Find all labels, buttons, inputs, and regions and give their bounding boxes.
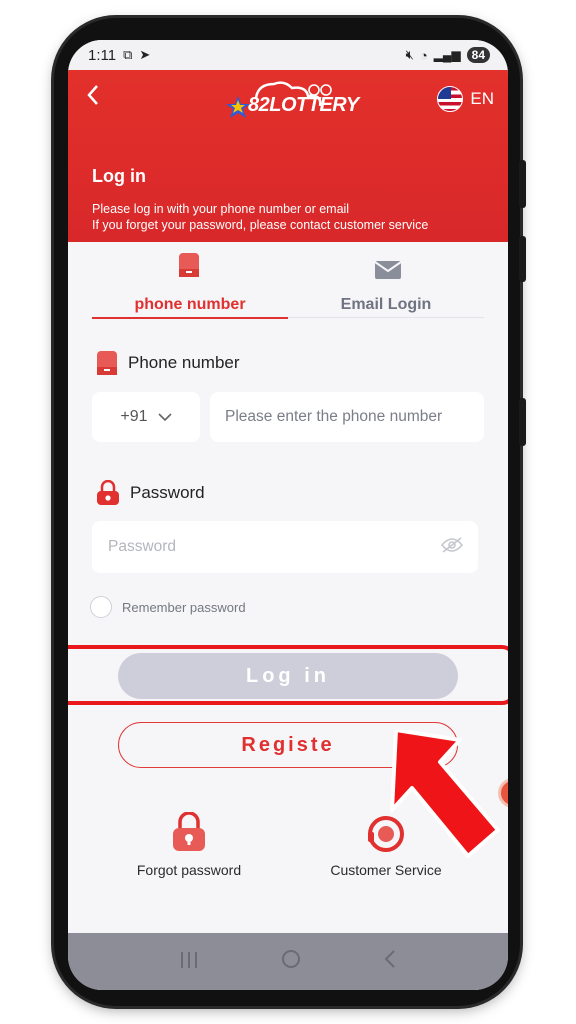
recent-apps-button[interactable] <box>179 949 199 975</box>
chevron-left-icon <box>384 949 395 968</box>
us-flag-icon <box>437 86 464 112</box>
status-bar: 1:11 ⧉ ➤ 🔇︎ ◔ ▂▄▆ 84 <box>68 40 508 70</box>
login-method-tabs: phone number Email Login <box>92 248 484 319</box>
screenshot-icon: ⧉ <box>123 47 133 62</box>
battery-icon: 84 <box>466 47 490 63</box>
remember-label: Remember password <box>122 599 246 615</box>
signal-icon: ▂▄▆ <box>433 48 461 62</box>
password-input-placeholder: Password <box>108 538 177 555</box>
password-input[interactable]: Password <box>92 521 478 573</box>
field-label-text: Phone number <box>128 353 240 372</box>
phone-field-label: Phone number <box>96 350 240 376</box>
field-label-text: Password <box>130 483 205 502</box>
mute-icon: 🔇︎ <box>405 47 414 62</box>
password-field-label: Password <box>96 480 205 506</box>
status-time: 1:11 <box>88 46 117 64</box>
remember-password[interactable]: Remember password <box>90 596 246 618</box>
tab-label: Email Login <box>340 296 432 313</box>
country-code-value: +91 <box>120 408 148 425</box>
envelope-icon <box>374 260 402 285</box>
nav-back-button[interactable] <box>383 949 397 975</box>
telegram-icon: ➤ <box>139 47 151 62</box>
phone-icon <box>97 351 117 375</box>
lock-icon <box>97 480 119 505</box>
tab-label: phone number <box>134 296 246 313</box>
login-header: 82LOTTERY EN Log in Please log in with y… <box>68 70 508 242</box>
language-selector[interactable]: EN <box>437 86 494 112</box>
phone-icon <box>178 252 200 283</box>
tab-phone-number[interactable]: phone number <box>92 248 288 319</box>
forgot-password-label: Forgot password <box>136 862 242 878</box>
tab-email-login[interactable]: Email Login <box>288 248 484 318</box>
chevron-left-icon <box>87 85 98 105</box>
eye-slash-icon[interactable] <box>440 536 464 559</box>
home-button[interactable] <box>281 949 301 975</box>
brand-logo: 82LOTTERY <box>226 80 359 122</box>
lock-icon <box>173 812 205 851</box>
system-navigation-bar <box>68 933 508 990</box>
description-line: Please log in with your phone number or … <box>92 202 350 216</box>
chevron-down-icon <box>157 412 172 421</box>
page-description: Please log in with your phone number or … <box>92 201 428 233</box>
phone-side-button <box>519 236 526 282</box>
home-icon <box>282 949 300 968</box>
login-button[interactable]: Log in <box>118 653 458 699</box>
wifi-icon: ◔ <box>419 47 428 63</box>
logo-text: 82LOTTERY <box>248 94 359 116</box>
description-line: If you forget your password, please cont… <box>92 218 429 232</box>
app-screen: 1:11 ⧉ ➤ 🔇︎ ◔ ▂▄▆ 84 82LOTTERY EN Log in… <box>68 40 508 990</box>
recent-apps-icon <box>181 951 197 968</box>
forgot-password-link[interactable]: Forgot password <box>114 808 264 878</box>
red-pointer-arrow-icon <box>390 730 500 858</box>
phone-number-input[interactable]: Please enter the phone number <box>210 392 484 442</box>
phone-side-button <box>519 160 526 208</box>
language-code: EN <box>470 89 494 108</box>
country-code-select[interactable]: +91 <box>92 392 200 442</box>
remember-checkbox[interactable] <box>90 596 112 618</box>
page-title: Log in <box>92 166 146 186</box>
active-tab-indicator <box>92 317 288 319</box>
phone-side-button <box>519 398 526 446</box>
phone-input-placeholder: Please enter the phone number <box>225 408 443 425</box>
customer-service-label: Customer Service <box>330 862 442 878</box>
back-button[interactable] <box>86 84 100 110</box>
